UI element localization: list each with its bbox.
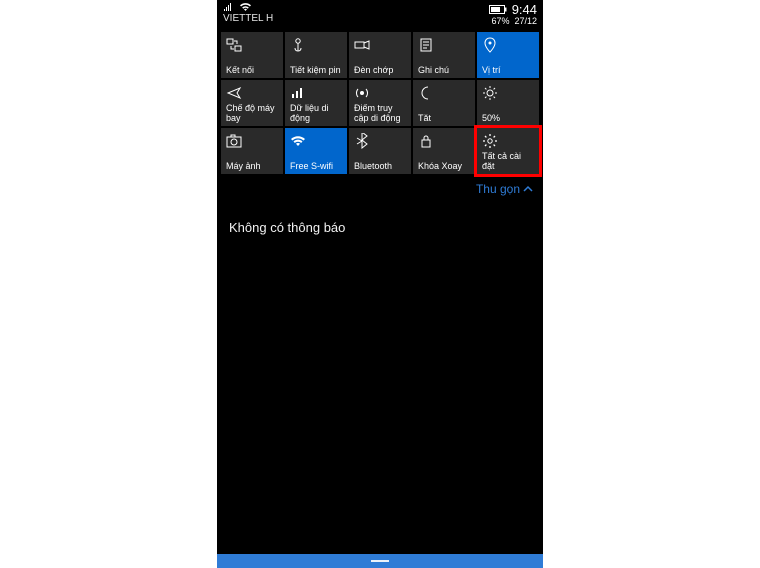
tile-location[interactable]: Vị trí: [477, 32, 539, 78]
tile-label: Điểm truy cập di động: [354, 104, 406, 123]
chevron-up-icon: [523, 182, 533, 196]
note-icon: [418, 36, 470, 54]
tile-label: Ghi chú: [418, 66, 470, 75]
brightness-icon: [482, 84, 534, 102]
tile-cellular[interactable]: Dữ liệu di động: [285, 80, 347, 126]
tile-label: Dữ liệu di động: [290, 104, 342, 123]
status-bar: VIETTEL H 9:44 67% 27/12: [217, 0, 543, 28]
clock: 9:44: [512, 2, 537, 17]
tile-battery-save[interactable]: Tiết kiệm pin: [285, 32, 347, 78]
tile-airplane[interactable]: Chế độ máy bay: [221, 80, 283, 126]
tile-wifi[interactable]: Free S-wifi: [285, 128, 347, 174]
tile-bluetooth[interactable]: Bluetooth: [349, 128, 411, 174]
tile-label: Tắt: [418, 114, 470, 123]
wifi-icon: [290, 132, 342, 150]
collapse-label: Thu gọn: [476, 182, 520, 196]
tile-label: Khóa Xoay: [418, 162, 470, 171]
tile-label: 50%: [482, 114, 534, 123]
tile-label: Vị trí: [482, 66, 534, 75]
tile-label: Tất cả cài đặt: [482, 152, 534, 171]
flashlight-icon: [354, 36, 406, 54]
tile-camera[interactable]: Máy ảnh: [221, 128, 283, 174]
phone-screen: VIETTEL H 9:44 67% 27/12 Kết nối Tiết kiệ…: [217, 0, 543, 568]
collapse-button[interactable]: Thu gọn: [476, 182, 533, 196]
leaf-icon: [290, 36, 342, 54]
wifi-status-icon: [239, 2, 252, 12]
tile-note[interactable]: Ghi chú: [413, 32, 475, 78]
tile-label: Chế độ máy bay: [226, 104, 278, 123]
rotation-lock-icon: [418, 132, 470, 150]
hotspot-icon: [354, 84, 406, 102]
pull-handle-icon: [371, 560, 389, 562]
connect-icon: [226, 36, 278, 54]
tile-brightness[interactable]: 50%: [477, 80, 539, 126]
moon-icon: [418, 84, 470, 102]
no-notifications-text: Không có thông báo: [217, 202, 543, 235]
tile-label: Free S-wifi: [290, 162, 342, 171]
tile-label: Bluetooth: [354, 162, 406, 171]
tile-label: Đèn chớp: [354, 66, 406, 75]
location-icon: [482, 36, 534, 54]
tile-rotation[interactable]: Khóa Xoay: [413, 128, 475, 174]
tile-label: Kết nối: [226, 66, 278, 75]
tile-quiet[interactable]: Tắt: [413, 80, 475, 126]
bluetooth-icon: [354, 132, 406, 150]
tile-hotspot[interactable]: Điểm truy cập di động: [349, 80, 411, 126]
tile-settings[interactable]: Tất cả cài đặt: [477, 128, 539, 174]
airplane-icon: [226, 84, 278, 102]
cellular-icon: [290, 84, 342, 102]
carrier-label: VIETTEL H: [223, 13, 273, 24]
camera-icon: [226, 132, 278, 150]
battery-percent: 67%: [491, 16, 509, 26]
quick-action-grid: Kết nối Tiết kiệm pin Đèn chớp Ghi chú Vị tr…: [217, 28, 543, 174]
status-date: 27/12: [514, 16, 537, 26]
battery-icon: [489, 5, 507, 14]
tile-label: Máy ảnh: [226, 162, 278, 171]
signal-icon: [223, 2, 235, 12]
nav-bar[interactable]: [217, 554, 543, 568]
gear-icon: [482, 132, 534, 150]
tile-connect[interactable]: Kết nối: [221, 32, 283, 78]
tile-label: Tiết kiệm pin: [290, 66, 342, 75]
tile-flashlight[interactable]: Đèn chớp: [349, 32, 411, 78]
